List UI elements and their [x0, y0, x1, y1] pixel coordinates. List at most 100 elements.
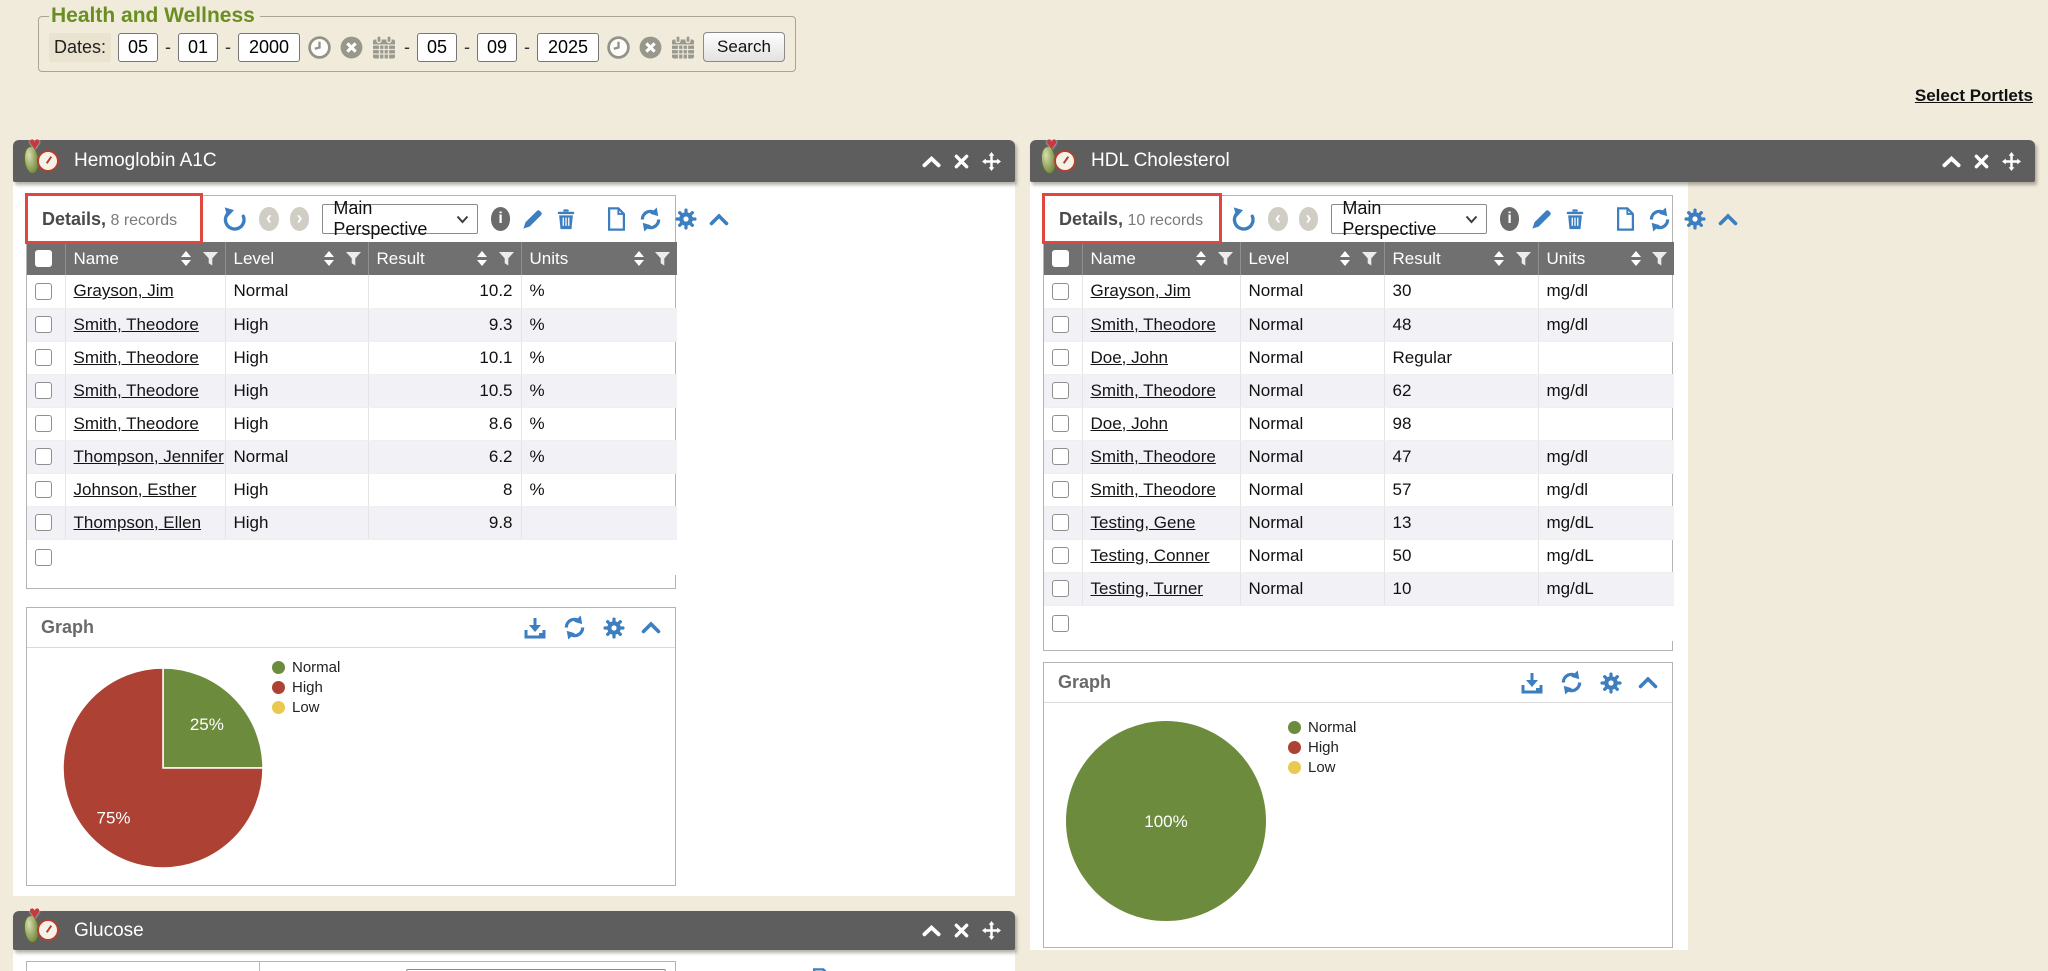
settings-gear-icon[interactable] [674, 207, 698, 231]
undo-icon[interactable] [1230, 206, 1257, 232]
close-portlet-icon[interactable] [954, 923, 969, 938]
row-checkbox[interactable] [35, 481, 52, 498]
collapse-portlet-icon[interactable] [922, 155, 941, 168]
row-checkbox[interactable] [1052, 514, 1069, 531]
row-checkbox[interactable] [35, 448, 52, 465]
patient-name-link[interactable]: Smith, Theodore [1091, 480, 1216, 499]
filter-funnel-icon[interactable] [345, 251, 362, 267]
download-graph-icon[interactable] [523, 616, 547, 640]
row-checkbox[interactable] [1052, 448, 1069, 465]
to-day-input[interactable] [477, 33, 517, 62]
patient-name-link[interactable]: Grayson, Jim [74, 281, 174, 300]
filter-funnel-icon[interactable] [498, 251, 515, 267]
portlet-title-bar[interactable]: ♥ Hemoglobin A1C [13, 140, 1015, 182]
delete-icon[interactable] [1564, 208, 1586, 231]
from-year-input[interactable] [238, 33, 300, 62]
column-header-result[interactable]: Result [1384, 242, 1538, 275]
sort-icon[interactable] [323, 250, 335, 267]
next-perspective-icon[interactable]: › [1299, 207, 1319, 231]
patient-name-link[interactable]: Doe, John [1091, 414, 1169, 433]
patient-name-link[interactable]: Smith, Theodore [74, 381, 199, 400]
close-portlet-icon[interactable] [954, 154, 969, 169]
row-checkbox[interactable] [1052, 382, 1069, 399]
collapse-section-icon[interactable] [1718, 213, 1738, 226]
close-portlet-icon[interactable] [1974, 154, 1989, 169]
collapse-graph-icon[interactable] [1638, 676, 1658, 689]
row-checkbox[interactable] [35, 415, 52, 432]
patient-name-link[interactable]: Thompson, Jennifer [74, 447, 224, 466]
row-checkbox[interactable] [1052, 547, 1069, 564]
column-header-units[interactable]: Units [521, 242, 677, 275]
perspective-select[interactable]: Main Perspective [1331, 204, 1486, 234]
next-perspective-icon[interactable]: › [290, 207, 310, 231]
patient-name-link[interactable]: Smith, Theodore [74, 348, 199, 367]
collapse-portlet-icon[interactable] [1942, 155, 1961, 168]
collapse-section-icon[interactable] [709, 213, 729, 226]
refresh-graph-icon[interactable] [562, 615, 587, 640]
filter-funnel-icon[interactable] [202, 251, 219, 267]
from-month-input[interactable] [118, 33, 158, 62]
row-checkbox[interactable] [1052, 316, 1069, 333]
refresh-icon[interactable] [1647, 207, 1672, 232]
row-checkbox[interactable] [1052, 283, 1069, 300]
sort-icon[interactable] [633, 250, 645, 267]
collapse-graph-icon[interactable] [641, 621, 661, 634]
to-calendar-icon[interactable] [670, 35, 696, 60]
column-header-name[interactable]: Name [65, 242, 225, 275]
from-time-icon[interactable] [307, 35, 332, 60]
column-header-result[interactable]: Result [368, 242, 521, 275]
prev-perspective-icon[interactable]: ‹ [259, 207, 279, 231]
select-all-header[interactable] [27, 242, 65, 275]
to-month-input[interactable] [417, 33, 457, 62]
search-button[interactable]: Search [703, 32, 785, 62]
from-clear-icon[interactable] [339, 35, 364, 60]
prev-perspective-icon[interactable]: ‹ [1268, 207, 1288, 231]
move-portlet-icon[interactable] [982, 921, 1001, 940]
column-header-level[interactable]: Level [1240, 242, 1384, 275]
sort-icon[interactable] [1630, 250, 1642, 267]
from-day-input[interactable] [178, 33, 218, 62]
patient-name-link[interactable]: Grayson, Jim [1091, 281, 1191, 300]
row-checkbox[interactable] [35, 349, 52, 366]
undo-icon[interactable] [221, 206, 248, 232]
row-checkbox[interactable] [1052, 481, 1069, 498]
row-checkbox[interactable] [35, 283, 52, 300]
filter-funnel-icon[interactable] [1651, 251, 1668, 267]
filter-funnel-icon[interactable] [1515, 251, 1532, 267]
refresh-icon[interactable] [638, 207, 663, 232]
patient-name-link[interactable]: Testing, Turner [1091, 579, 1203, 598]
row-checkbox[interactable] [1052, 615, 1069, 632]
to-clear-icon[interactable] [638, 35, 663, 60]
row-checkbox[interactable] [35, 514, 52, 531]
portlet-title-bar[interactable]: ♥ Glucose [13, 911, 1015, 950]
patient-name-link[interactable]: Smith, Theodore [1091, 447, 1216, 466]
sort-icon[interactable] [1493, 250, 1505, 267]
download-graph-icon[interactable] [1520, 671, 1544, 695]
to-year-input[interactable] [537, 33, 599, 62]
patient-name-link[interactable]: Testing, Gene [1091, 513, 1196, 532]
edit-icon[interactable] [1530, 208, 1553, 231]
patient-name-link[interactable]: Smith, Theodore [74, 315, 199, 334]
delete-icon[interactable] [555, 208, 577, 231]
graph-settings-gear-icon[interactable] [602, 616, 626, 640]
settings-gear-icon[interactable] [1683, 207, 1707, 231]
to-time-icon[interactable] [606, 35, 631, 60]
filter-funnel-icon[interactable] [1361, 251, 1378, 267]
row-checkbox[interactable] [1052, 580, 1069, 597]
patient-name-link[interactable]: Smith, Theodore [74, 414, 199, 433]
filter-funnel-icon[interactable] [1217, 251, 1234, 267]
select-portlets-link[interactable]: Select Portlets [1915, 86, 2033, 106]
sort-icon[interactable] [1195, 250, 1207, 267]
move-portlet-icon[interactable] [2002, 152, 2021, 171]
select-all-header[interactable] [1044, 242, 1082, 275]
sort-icon[interactable] [180, 250, 192, 267]
collapse-portlet-icon[interactable] [922, 924, 941, 937]
patient-name-link[interactable]: Smith, Theodore [1091, 381, 1216, 400]
row-checkbox[interactable] [35, 382, 52, 399]
sort-icon[interactable] [1339, 250, 1351, 267]
row-checkbox[interactable] [1052, 415, 1069, 432]
column-header-level[interactable]: Level [225, 242, 368, 275]
column-header-units[interactable]: Units [1538, 242, 1674, 275]
edit-icon[interactable] [521, 208, 544, 231]
row-checkbox[interactable] [35, 549, 52, 566]
